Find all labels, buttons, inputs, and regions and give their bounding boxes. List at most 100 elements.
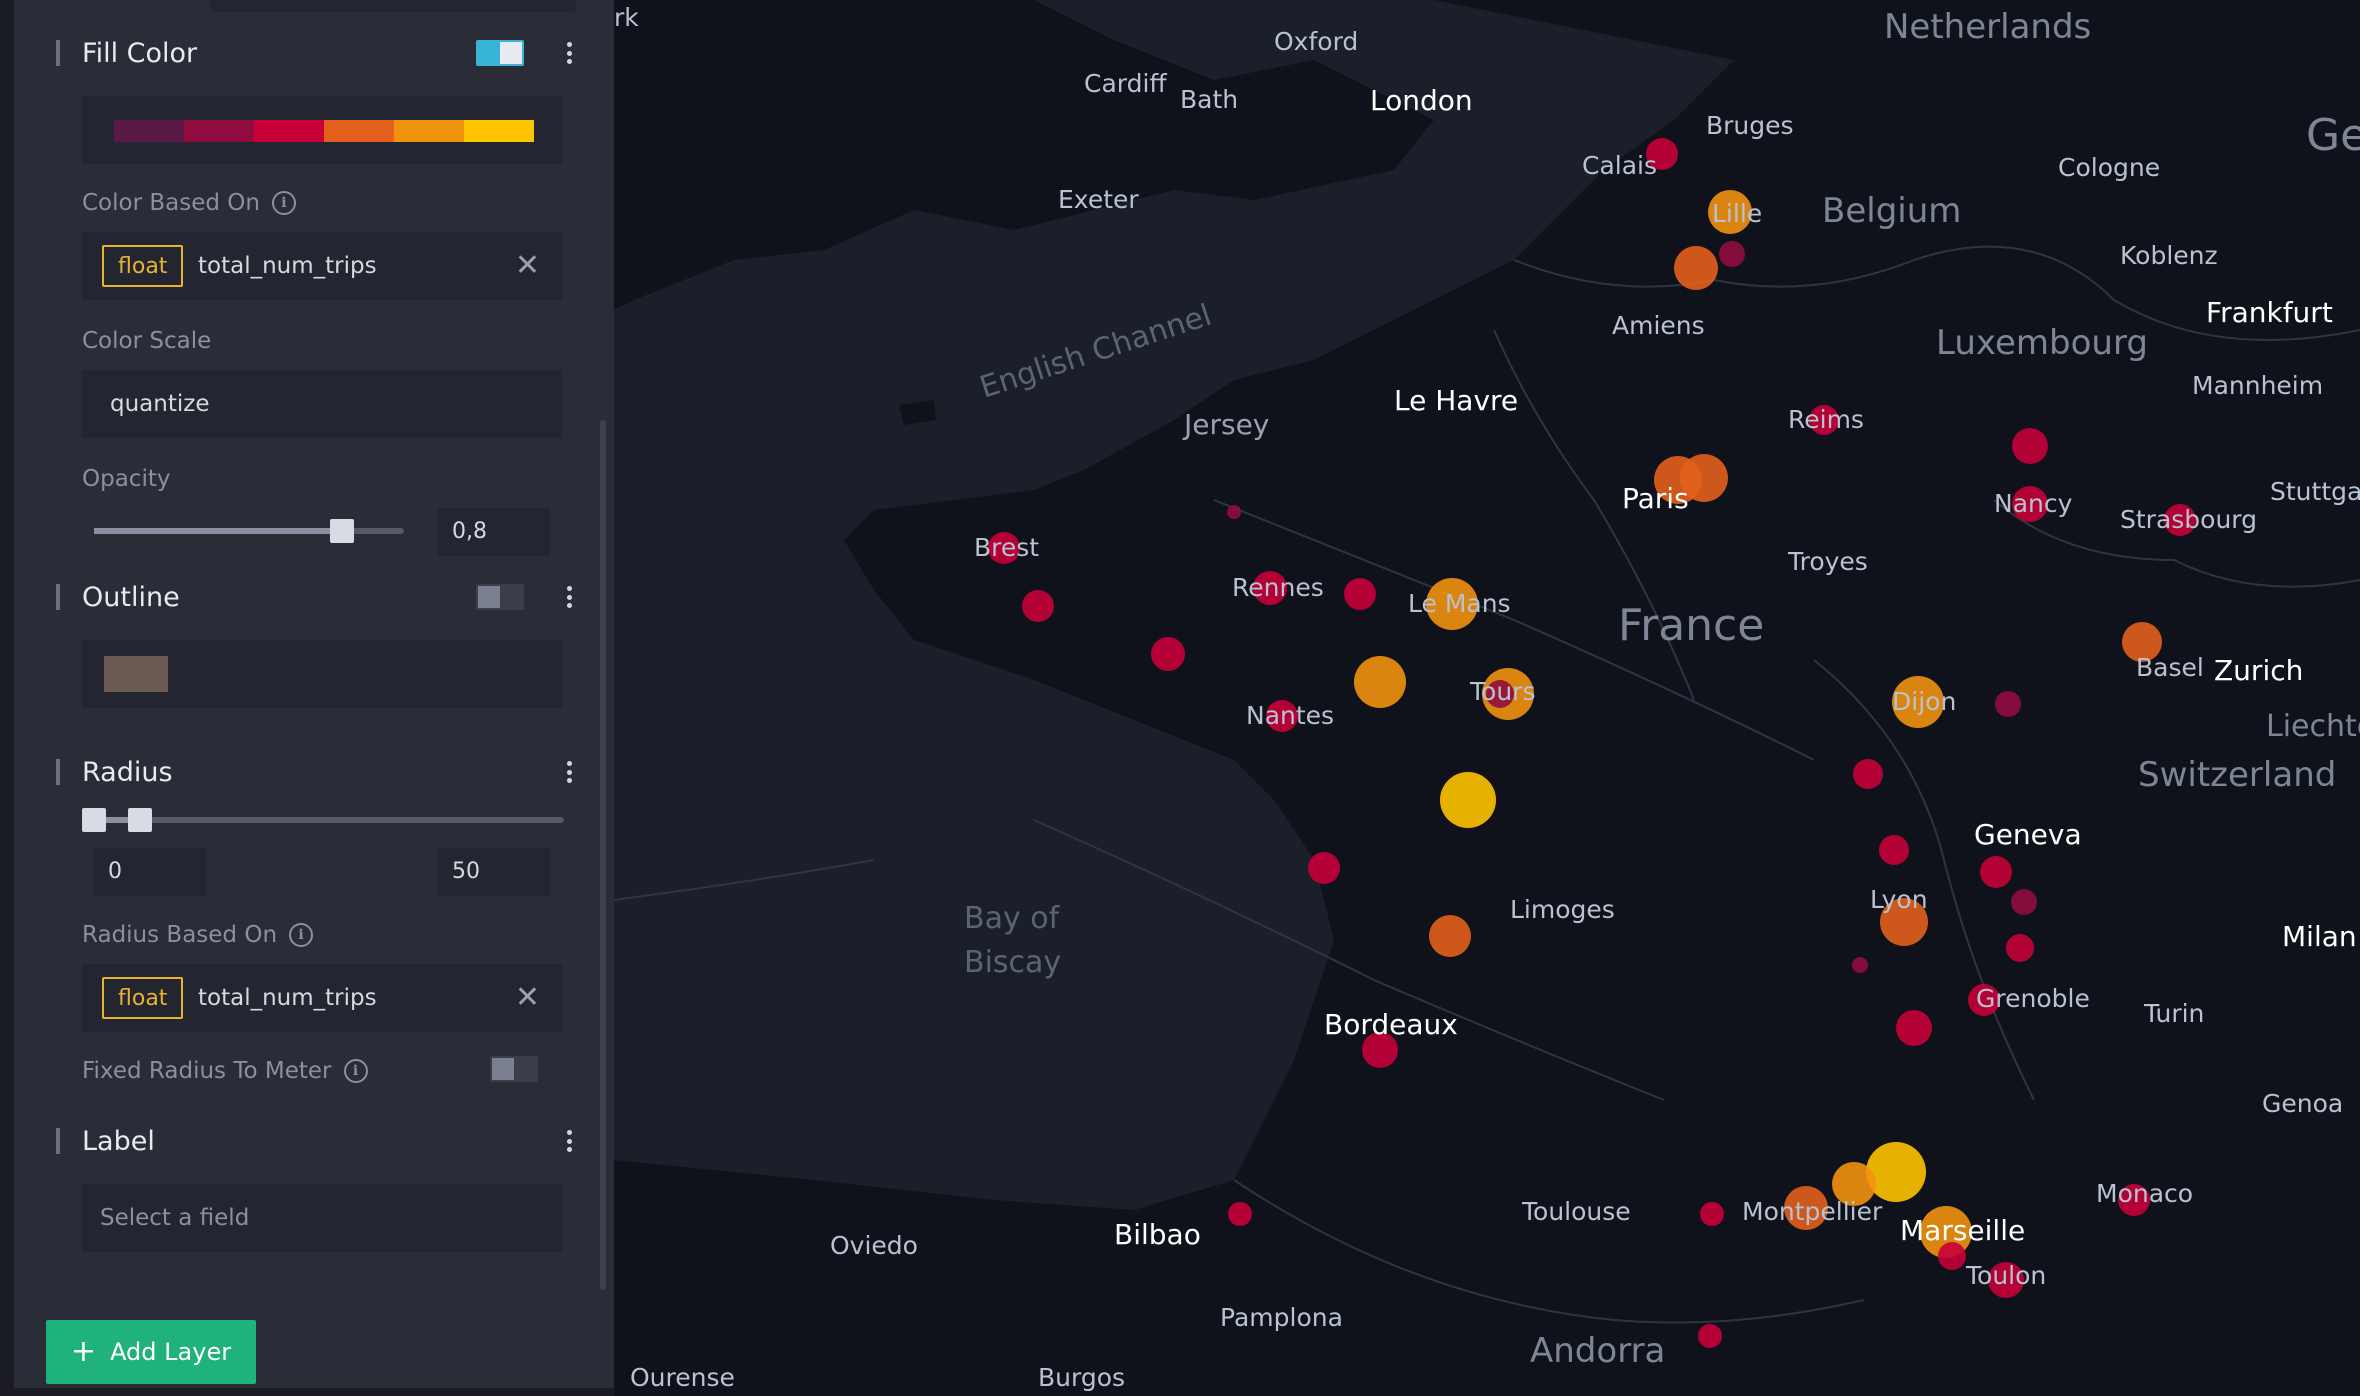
map-label: London — [1370, 84, 1473, 117]
city-point[interactable] — [1344, 578, 1376, 610]
city-point[interactable] — [1719, 241, 1745, 267]
remove-radius-field-icon[interactable]: ✕ — [515, 964, 540, 1032]
field-type-badge: float — [102, 977, 184, 1019]
country-label: Ge — [2306, 110, 2360, 161]
map-label: Nancy — [1994, 489, 2073, 518]
radius-field-selector[interactable]: float total_num_trips ✕ — [82, 964, 562, 1032]
info-icon[interactable]: i — [289, 923, 314, 947]
label-field-placeholder: Select a field — [100, 1205, 250, 1231]
color-field-name: total_num_trips — [198, 253, 377, 279]
fixed-radius-label: Fixed Radius To Meter i — [82, 1058, 368, 1084]
map-label: rk — [614, 3, 639, 32]
opacity-input[interactable]: 0,8 — [438, 508, 550, 556]
radius-min-input[interactable]: 0 — [94, 848, 206, 896]
fill-color-more-icon[interactable] — [562, 39, 576, 67]
fill-color-toggle[interactable] — [476, 40, 524, 66]
color-scale-label: Color Scale — [82, 328, 212, 354]
palette-swatch — [184, 120, 254, 142]
map-label: Bath — [1180, 85, 1238, 114]
remove-color-field-icon[interactable]: ✕ — [515, 232, 540, 300]
city-point[interactable] — [1698, 1324, 1722, 1348]
label-section-header: Label — [56, 1121, 576, 1161]
color-scale-select[interactable]: quantize — [82, 370, 562, 438]
map-label: Exeter — [1058, 185, 1139, 214]
map-label: Jersey — [1182, 408, 1269, 441]
city-point[interactable] — [2012, 428, 2048, 464]
info-icon[interactable]: i — [271, 191, 296, 215]
map-label: Nantes — [1246, 701, 1334, 730]
city-point[interactable] — [1308, 852, 1340, 884]
map-canvas[interactable]: rk Oxford Cardiff Bath Exeter Calais Bru… — [614, 0, 2360, 1396]
map-label: Limoges — [1510, 895, 1615, 924]
outline-more-icon[interactable] — [562, 583, 576, 611]
city-point[interactable] — [1022, 590, 1054, 622]
palette-swatch — [114, 120, 184, 142]
section-marker — [56, 759, 60, 785]
outline-color-swatch[interactable] — [104, 656, 168, 692]
map-label: Brest — [974, 533, 1039, 562]
city-point[interactable] — [1995, 691, 2021, 717]
map-label: Genoa — [2262, 1089, 2343, 1118]
map-label: Marseille — [1900, 1214, 2025, 1247]
radius-max-handle[interactable] — [128, 808, 152, 832]
country-label: Luxembourg — [1936, 323, 2148, 363]
map-label: Lille — [1712, 199, 1762, 228]
map-label: Stuttgar — [2270, 477, 2360, 506]
map-label: Lyon — [1870, 885, 1928, 914]
water-label: Bay of — [964, 901, 1061, 936]
outline-toggle[interactable] — [476, 584, 524, 610]
map-label: Cologne — [2058, 153, 2160, 182]
map-view[interactable]: rk Oxford Cardiff Bath Exeter Calais Bru… — [614, 0, 2360, 1396]
radius-max-input[interactable]: 50 — [438, 848, 550, 896]
map-label: Zurich — [2214, 654, 2303, 687]
label-more-icon[interactable] — [562, 1127, 576, 1155]
city-point[interactable] — [1429, 915, 1471, 957]
city-point[interactable] — [1228, 1202, 1252, 1226]
city-point[interactable] — [1354, 656, 1406, 708]
city-point[interactable] — [1896, 1010, 1932, 1046]
city-point[interactable] — [2006, 934, 2034, 962]
fixed-radius-toggle[interactable] — [490, 1056, 538, 1082]
add-layer-button[interactable]: + Add Layer — [46, 1320, 256, 1384]
outline-color-picker[interactable] — [82, 640, 562, 708]
section-marker — [56, 40, 60, 66]
label-field-select[interactable]: Select a field — [82, 1184, 562, 1252]
map-label: Bilbao — [1114, 1218, 1201, 1251]
section-marker — [56, 1128, 60, 1154]
city-point[interactable] — [1227, 505, 1241, 519]
info-icon[interactable]: i — [343, 1059, 368, 1083]
map-label: Calais — [1582, 151, 1657, 180]
radius-title: Radius — [82, 756, 173, 788]
layer-config-panel: Fill Color Color Based On i float total_… — [14, 0, 614, 1388]
outline-section-header: Outline — [56, 577, 576, 617]
radius-more-icon[interactable] — [562, 758, 576, 786]
outline-title: Outline — [82, 581, 180, 613]
radius-min-handle[interactable] — [82, 808, 106, 832]
city-point[interactable] — [1852, 957, 1868, 973]
opacity-slider-handle[interactable] — [330, 519, 354, 543]
map-label: Grenoble — [1976, 984, 2090, 1013]
color-palette-selector[interactable] — [82, 96, 562, 164]
map-label: Strasbourg — [2120, 505, 2257, 534]
plus-icon: + — [70, 1334, 97, 1369]
map-label: Ourense — [630, 1363, 735, 1392]
color-field-selector[interactable]: float total_num_trips ✕ — [82, 232, 562, 300]
map-label: Milan — [2282, 920, 2357, 953]
map-label: Reims — [1788, 405, 1864, 434]
city-point[interactable] — [1700, 1202, 1724, 1226]
map-label: Troyes — [1787, 547, 1868, 576]
map-label: Dijon — [1892, 687, 1956, 716]
city-point[interactable] — [1440, 772, 1496, 828]
map-label: Paris — [1622, 482, 1689, 515]
city-point[interactable] — [1980, 856, 2012, 888]
map-label: Koblenz — [2120, 241, 2218, 270]
country-label: Liechte — [2266, 709, 2360, 744]
map-label: Turin — [2143, 999, 2204, 1028]
city-point[interactable] — [1879, 835, 1909, 865]
city-point[interactable] — [1674, 246, 1718, 290]
city-point[interactable] — [1151, 637, 1185, 671]
city-point[interactable] — [1853, 759, 1883, 789]
city-point[interactable] — [2011, 889, 2037, 915]
panel-scrollbar[interactable] — [600, 420, 606, 1290]
city-point[interactable] — [1866, 1142, 1926, 1202]
